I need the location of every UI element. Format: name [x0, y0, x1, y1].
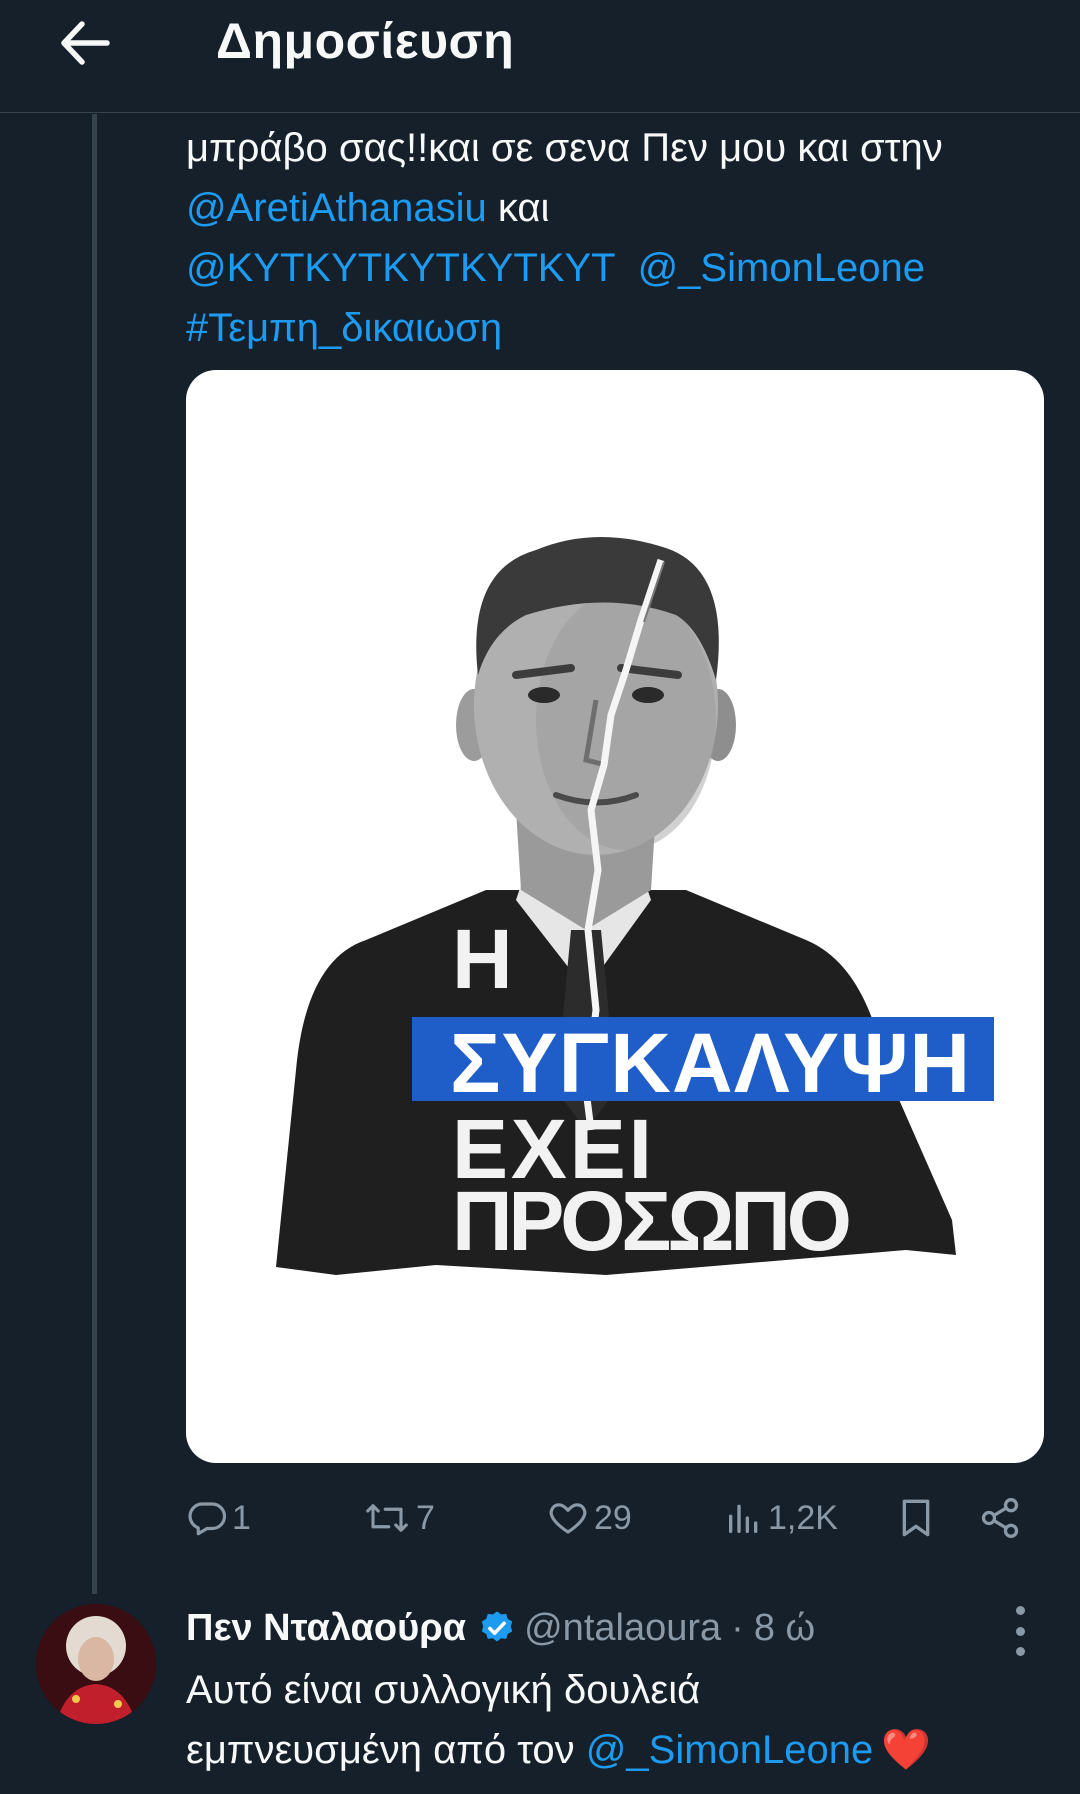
poster-illustration: Η ΣΥΓΚΑΛΥΨΗ ΕΧΕΙ ΠΡΟΣΩΠΟ — [276, 536, 994, 1275]
timestamp[interactable]: 8 ώ — [754, 1607, 815, 1650]
bookmark-icon — [902, 1499, 930, 1537]
tweet-text-and: και — [486, 186, 550, 230]
like-count: 29 — [594, 1498, 632, 1537]
reply-header: Πεν Νταλαούρα @ntalaoura · 8 ώ — [186, 1598, 815, 1658]
views-count: 1,2K — [768, 1498, 838, 1537]
bookmark-button[interactable] — [896, 1490, 936, 1546]
avatar-image — [36, 1604, 156, 1724]
back-button[interactable] — [52, 10, 118, 76]
mention-link-simonleone-reply[interactable]: @_SimonLeone — [586, 1728, 873, 1772]
like-button[interactable]: 29 — [546, 1490, 632, 1546]
views-icon — [729, 1504, 758, 1533]
separator-dot: · — [731, 1606, 744, 1649]
display-name[interactable]: Πεν Νταλαούρα — [186, 1607, 466, 1650]
reply-tweet[interactable]: Πεν Νταλαούρα @ntalaoura · 8 ώ Αυτό είνα… — [0, 1590, 1080, 1794]
verified-badge-icon — [478, 1609, 516, 1647]
share-icon — [981, 1498, 1019, 1538]
reply-text-line: Αυτό είναι συλλογική δουλειά — [186, 1668, 701, 1712]
retweet-button[interactable]: 7 — [362, 1490, 435, 1546]
top-bar: Δημοσίευση — [0, 0, 1080, 113]
mention-link-aretiathanasiu[interactable]: @AretiAthanasiu — [186, 186, 487, 230]
reply-button[interactable]: 1 — [186, 1490, 251, 1546]
more-options-icon[interactable] — [1000, 1606, 1040, 1656]
tweet-actions: 1 7 29 1,2K — [186, 1490, 1046, 1546]
page-title: Δημοσίευση — [216, 13, 515, 69]
poster-line-1: Η — [452, 912, 513, 1006]
share-button[interactable] — [978, 1490, 1022, 1546]
tweet-image[interactable]: Η ΣΥΓΚΑΛΥΨΗ ΕΧΕΙ ΠΡΟΣΩΠΟ — [186, 370, 1044, 1463]
tweet-text-line: μπράβο σας!!και σε σενα Πεν μου και στην — [186, 126, 943, 170]
handle[interactable]: @ntalaoura — [524, 1607, 721, 1650]
reply-text-prefix: εμπνευσμένη από τον — [186, 1728, 586, 1772]
views-button[interactable]: 1,2K — [724, 1490, 838, 1546]
mention-link-simonleone[interactable]: @_SimonLeone — [638, 246, 925, 290]
poster-line-4: ΠΡΟΣΩΠΟ — [452, 1174, 852, 1268]
thread-connector-line — [92, 114, 97, 1594]
heart-icon — [549, 1503, 587, 1534]
avatar[interactable] — [36, 1604, 156, 1724]
reply-icon — [188, 1502, 227, 1536]
retweet-icon — [366, 1504, 408, 1532]
hashtag-link[interactable]: #Τεμπη_δικαιωση — [186, 306, 502, 350]
arrow-left-icon — [61, 21, 110, 65]
tweet-text: μπράβο σας!!και σε σενα Πεν μου και στην… — [186, 118, 1046, 358]
retweet-count: 7 — [416, 1498, 435, 1537]
reply-text: Αυτό είναι συλλογική δουλειά εμπνευσμένη… — [186, 1660, 1046, 1780]
poster-line-2: ΣΥΓΚΑΛΥΨΗ — [450, 1016, 970, 1110]
mention-link-kytkyt[interactable]: @ΚΥΤΚΥΤΚΥΤΚΥΤΚΥΤ — [186, 246, 616, 290]
heart-emoji: ❤️ — [881, 1728, 932, 1772]
reply-count: 1 — [232, 1498, 251, 1537]
